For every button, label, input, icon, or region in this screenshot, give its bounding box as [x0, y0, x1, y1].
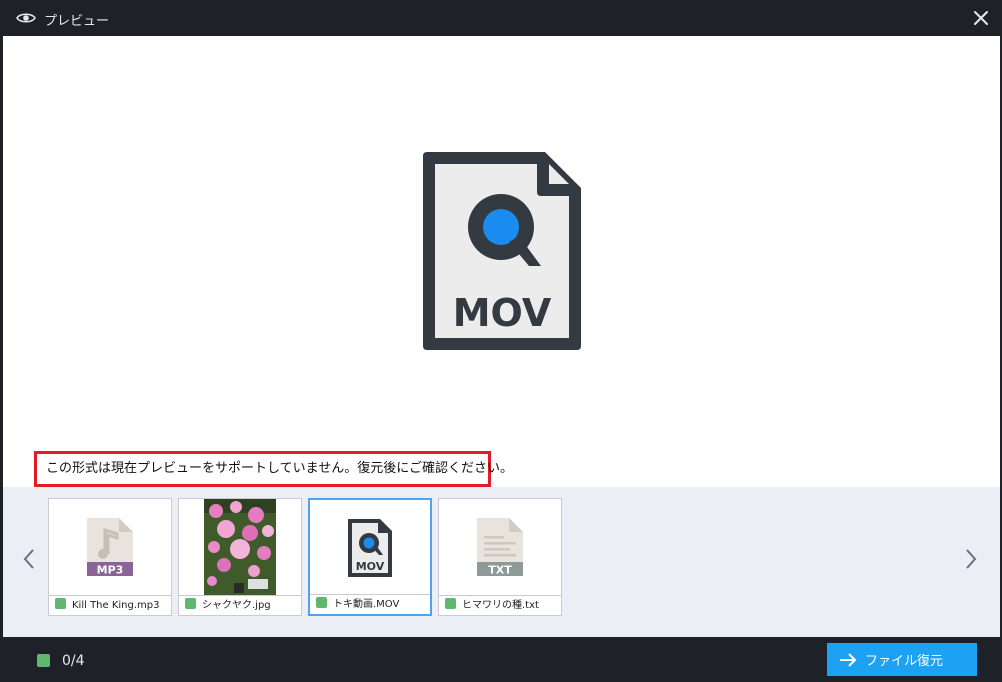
checkbox[interactable]: [185, 598, 196, 609]
svg-text:TXT: TXT: [488, 564, 512, 577]
thumbnail-mp3[interactable]: MP3 Kill The King.mp3: [48, 498, 172, 616]
recover-button-label: ファイル復元: [865, 654, 944, 669]
selection-count: 0/4: [62, 653, 85, 669]
file-type-label: MOV: [453, 291, 552, 335]
thumbnail-label: Kill The King.mp3: [49, 595, 171, 615]
recover-button[interactable]: ファイル復元: [827, 643, 977, 676]
thumbnail-label: シャクヤク.jpg: [179, 595, 301, 615]
thumbnail-mov[interactable]: MOV トキ動画.MOV: [308, 498, 432, 616]
eye-icon: [16, 13, 36, 23]
select-all-checkbox[interactable]: [37, 654, 50, 667]
thumbnail-label: トキ動画.MOV: [310, 594, 430, 614]
chevron-left-icon[interactable]: [21, 547, 37, 571]
close-icon[interactable]: [971, 8, 991, 28]
svg-text:MP3: MP3: [97, 564, 124, 577]
window-title: プレビュー: [44, 14, 110, 29]
thumbnail-jpg[interactable]: シャクヤク.jpg: [178, 498, 302, 616]
unsupported-notice: この形式は現在プレビューをサポートしていません。復元後にご確認ください。: [34, 451, 513, 487]
txt-file-icon: TXT: [477, 518, 523, 577]
mp3-file-icon: MP3: [87, 518, 133, 577]
checkbox[interactable]: [55, 598, 66, 609]
footer-bar: 0/4 ファイル復元: [0, 637, 1002, 682]
mov-file-icon: MOV: [423, 152, 581, 350]
peony-photo: [204, 499, 276, 595]
thumbnail-label: ヒマワリの種.txt: [439, 595, 561, 615]
thumbnail-strip: MP3 Kill The King.mp3 シャクヤク.jpg MOV トキ動画…: [3, 487, 1000, 637]
chevron-right-icon[interactable]: [963, 547, 979, 571]
thumbnail-txt[interactable]: TXT ヒマワリの種.txt: [438, 498, 562, 616]
mov-file-icon: MOV: [348, 519, 392, 577]
svg-text:MOV: MOV: [356, 560, 385, 573]
title-bar: プレビュー: [0, 0, 1002, 36]
checkbox[interactable]: [316, 597, 327, 608]
arrow-right-icon: [840, 652, 857, 667]
checkbox[interactable]: [445, 598, 456, 609]
preview-area: MOV この形式は現在プレビューをサポートしていません。復元後にご確認ください。: [3, 36, 1000, 487]
